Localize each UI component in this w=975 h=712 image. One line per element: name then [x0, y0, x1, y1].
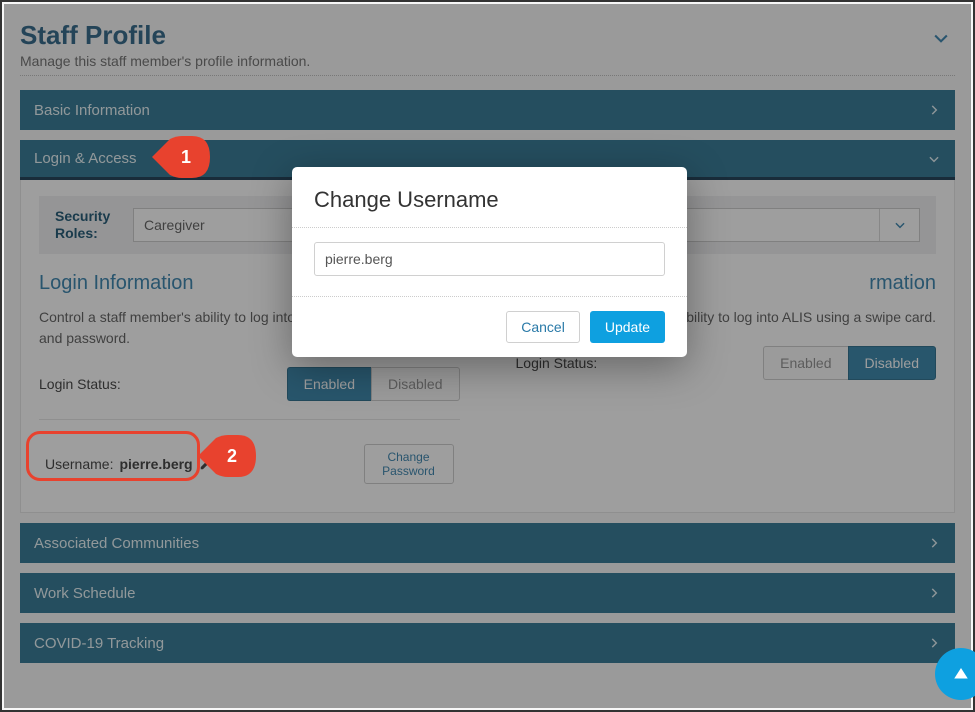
- update-button[interactable]: Update: [590, 311, 665, 343]
- modal-title: Change Username: [292, 167, 687, 227]
- change-username-modal: Change Username Cancel Update: [292, 167, 687, 357]
- cancel-button[interactable]: Cancel: [506, 311, 580, 343]
- username-input[interactable]: [314, 242, 665, 276]
